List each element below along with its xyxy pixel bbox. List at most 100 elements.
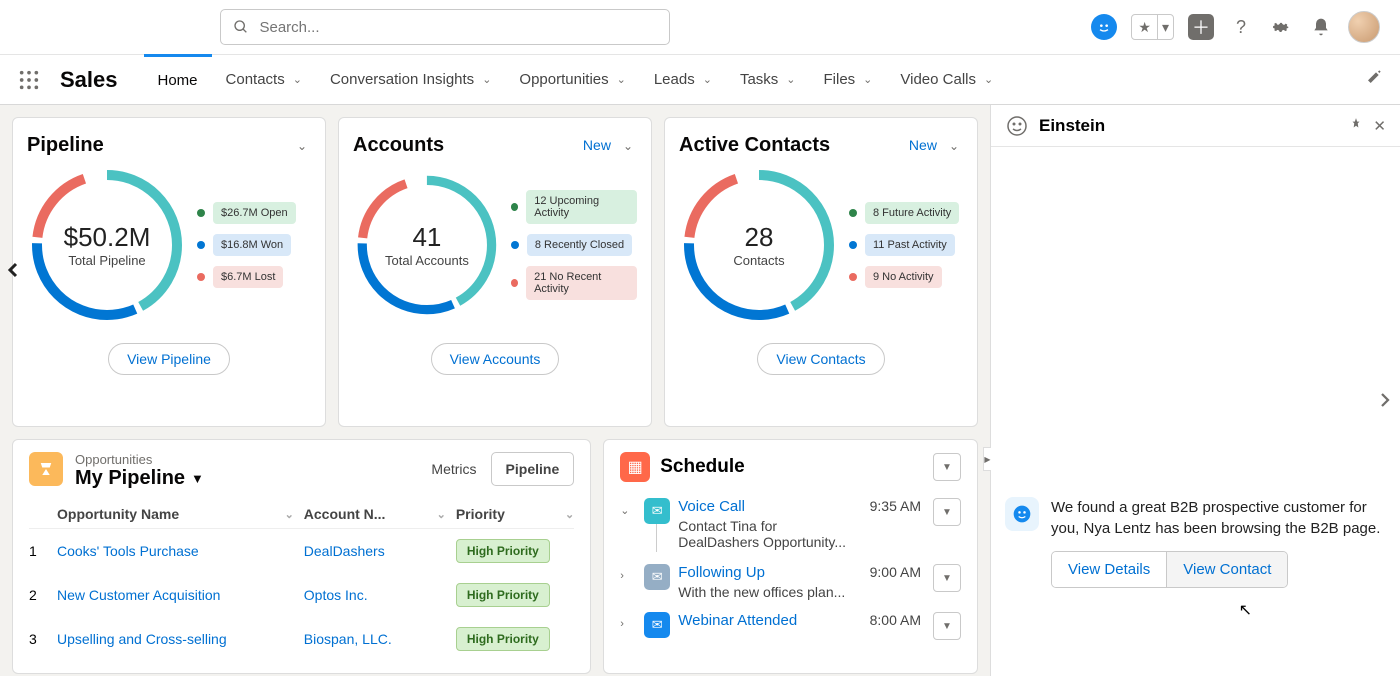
table-row: 2New Customer AcquisitionOptos Inc.High … bbox=[29, 573, 574, 617]
expand-toggle[interactable]: › bbox=[620, 612, 636, 640]
view-details-button[interactable]: View Details bbox=[1052, 552, 1166, 587]
chevron-down-icon[interactable]: ⌄ bbox=[984, 73, 993, 86]
nav-tab-conversation-insights[interactable]: Conversation Insights⌄ bbox=[316, 55, 505, 105]
tab-pipeline[interactable]: Pipeline bbox=[491, 452, 575, 486]
contacts-card: Active ContactsNew⌄28Contacts8 Future Ac… bbox=[664, 117, 978, 427]
table-row: 1Cooks' Tools PurchaseDealDashersHigh Pr… bbox=[29, 529, 574, 573]
opportunity-link[interactable]: Upselling and Cross-selling bbox=[57, 631, 227, 647]
expand-toggle[interactable]: › bbox=[620, 564, 636, 600]
legend-item[interactable]: 9 No Activity bbox=[849, 266, 959, 288]
priority-badge: High Priority bbox=[456, 539, 550, 563]
legend-item[interactable]: 12 Upcoming Activity bbox=[511, 190, 637, 224]
chevron-down-icon[interactable]: ⌄ bbox=[945, 135, 963, 157]
expand-toggle[interactable]: ⌄ bbox=[620, 498, 636, 552]
nav-tab-contacts[interactable]: Contacts⌄ bbox=[212, 55, 316, 105]
view-accounts-button[interactable]: View Accounts bbox=[431, 343, 560, 375]
donut-value: $50.2M bbox=[64, 222, 151, 253]
legend-item[interactable]: $16.8M Won bbox=[197, 234, 296, 256]
nav-tab-home[interactable]: Home bbox=[144, 54, 212, 104]
donut-value: 28 bbox=[745, 222, 774, 253]
chevron-down-icon[interactable]: ⌄ bbox=[703, 73, 712, 86]
setup-gear-icon[interactable] bbox=[1268, 14, 1294, 40]
chevron-down-icon[interactable]: ⌄ bbox=[293, 135, 311, 157]
donut-label: Total Accounts bbox=[385, 253, 469, 268]
legend-dot-icon bbox=[849, 209, 857, 217]
legend-item[interactable]: $6.7M Lost bbox=[197, 266, 296, 288]
account-link[interactable]: Optos Inc. bbox=[304, 587, 368, 603]
donut-chart: $50.2MTotal Pipeline bbox=[27, 165, 187, 325]
chevron-down-icon[interactable]: ⌄ bbox=[285, 508, 294, 521]
chevron-down-icon[interactable]: ⌄ bbox=[482, 73, 491, 86]
einstein-panel: Einstein ✕ ▶ We found a great B2B prospe… bbox=[990, 105, 1400, 676]
star-icon: ★ bbox=[1132, 19, 1157, 36]
donut-value: 41 bbox=[412, 222, 441, 253]
tab-metrics[interactable]: Metrics bbox=[417, 453, 490, 485]
row-number: 3 bbox=[29, 631, 57, 647]
einstein-avatar-icon bbox=[1005, 497, 1039, 531]
view-pipeline-button[interactable]: View Pipeline bbox=[108, 343, 230, 375]
notifications-bell-icon[interactable] bbox=[1308, 14, 1334, 40]
card-title: Active Contacts bbox=[679, 134, 830, 157]
nav-tab-leads[interactable]: Leads⌄ bbox=[640, 55, 726, 105]
nav-tab-tasks[interactable]: Tasks⌄ bbox=[726, 55, 810, 105]
chevron-down-icon[interactable]: ⌄ bbox=[293, 73, 302, 86]
nav-tab-opportunities[interactable]: Opportunities⌄ bbox=[505, 55, 639, 105]
schedule-menu-button[interactable]: ▼ bbox=[933, 453, 961, 481]
chevron-down-icon[interactable]: ⌄ bbox=[863, 73, 872, 86]
chevron-down-icon[interactable]: ⌄ bbox=[565, 508, 574, 521]
activity-menu-button[interactable]: ▼ bbox=[933, 612, 961, 640]
legend-item[interactable]: 21 No Recent Activity bbox=[511, 266, 637, 300]
search-input[interactable] bbox=[259, 19, 657, 36]
legend-item[interactable]: $26.7M Open bbox=[197, 202, 296, 224]
nav-tab-video-calls[interactable]: Video Calls⌄ bbox=[886, 55, 1007, 105]
global-search[interactable] bbox=[220, 9, 670, 45]
account-link[interactable]: Biospan, LLC. bbox=[304, 631, 392, 647]
opportunities-title[interactable]: My Pipeline▼ bbox=[75, 467, 204, 490]
donut-label: Total Pipeline bbox=[68, 253, 145, 268]
opportunities-table-header: Opportunity Name⌄ Account N...⌄ Priority… bbox=[29, 500, 574, 529]
activity-description: With the new offices plan... bbox=[678, 584, 861, 600]
account-link[interactable]: DealDashers bbox=[304, 543, 385, 559]
opportunities-card: Opportunities My Pipeline▼ Metrics Pipel… bbox=[12, 439, 591, 674]
panel-collapse-toggle[interactable]: ▶ bbox=[983, 447, 991, 471]
activity-menu-button[interactable]: ▼ bbox=[933, 498, 961, 526]
legend-dot-icon bbox=[849, 273, 857, 281]
activity-type-icon: ✉ bbox=[644, 564, 670, 590]
pin-icon[interactable] bbox=[1349, 117, 1363, 135]
activity-link[interactable]: Following Up bbox=[678, 564, 765, 581]
einstein-next-button[interactable] bbox=[1376, 387, 1394, 418]
legend-item[interactable]: 8 Recently Closed bbox=[511, 234, 637, 256]
einstein-icon[interactable] bbox=[1091, 14, 1117, 40]
opportunity-link[interactable]: Cooks' Tools Purchase bbox=[57, 543, 199, 559]
carousel-prev-button[interactable] bbox=[0, 255, 28, 285]
chevron-down-icon[interactable]: ⌄ bbox=[437, 508, 446, 521]
activity-time: 9:35 AM bbox=[870, 498, 921, 514]
priority-badge: High Priority bbox=[456, 583, 550, 607]
activity-link[interactable]: Voice Call bbox=[678, 498, 745, 515]
activity-time: 9:00 AM bbox=[870, 564, 921, 580]
accounts-card: AccountsNew⌄41Total Accounts12 Upcoming … bbox=[338, 117, 652, 427]
app-launcher-icon[interactable] bbox=[18, 69, 40, 91]
view-contacts-button[interactable]: View Contacts bbox=[757, 343, 884, 375]
activity-menu-button[interactable]: ▼ bbox=[933, 564, 961, 592]
search-icon bbox=[233, 19, 249, 35]
opportunity-link[interactable]: New Customer Acquisition bbox=[57, 587, 220, 603]
new-button[interactable]: New bbox=[583, 137, 611, 153]
help-icon[interactable]: ? bbox=[1228, 14, 1254, 40]
close-icon[interactable]: ✕ bbox=[1373, 117, 1386, 135]
new-button[interactable]: New bbox=[909, 137, 937, 153]
chevron-down-icon[interactable]: ⌄ bbox=[619, 135, 637, 157]
legend-item[interactable]: 11 Past Activity bbox=[849, 234, 959, 256]
view-contact-button[interactable]: View Contact bbox=[1166, 552, 1287, 587]
chevron-down-icon[interactable]: ⌄ bbox=[617, 73, 626, 86]
edit-nav-icon[interactable] bbox=[1366, 69, 1382, 90]
nav-tab-files[interactable]: Files⌄ bbox=[810, 55, 887, 105]
favorites-menu[interactable]: ★▾ bbox=[1131, 14, 1174, 40]
legend-item[interactable]: 8 Future Activity bbox=[849, 202, 959, 224]
legend-dot-icon bbox=[511, 203, 518, 211]
activity-link[interactable]: Webinar Attended bbox=[678, 612, 797, 629]
chevron-down-icon[interactable]: ⌄ bbox=[786, 73, 795, 86]
user-avatar[interactable] bbox=[1348, 11, 1380, 43]
global-create-button[interactable]: ＋ bbox=[1188, 14, 1214, 40]
legend-dot-icon bbox=[511, 241, 519, 249]
